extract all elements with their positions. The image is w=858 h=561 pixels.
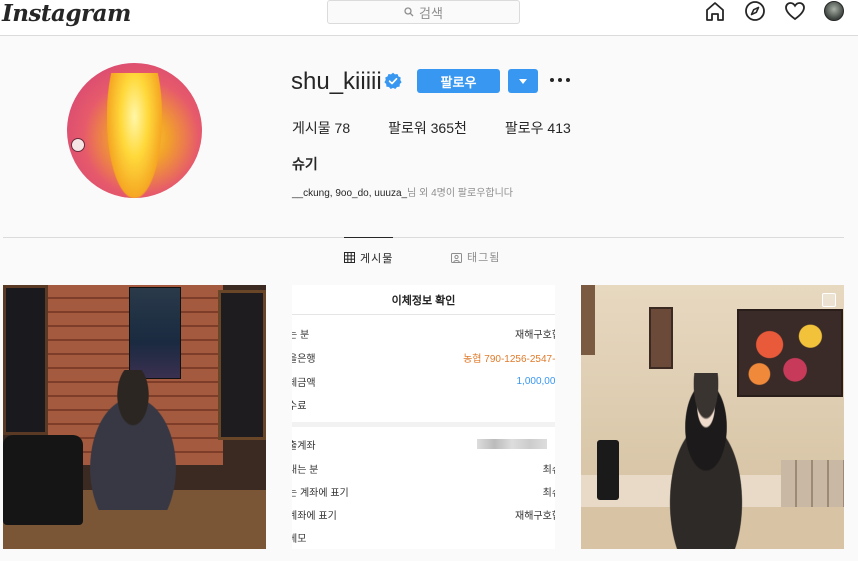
- profile-username: shu_kiiiii: [291, 68, 382, 95]
- followed-by-names[interactable]: __ckung, 9oo_do, uuuza_: [292, 188, 407, 199]
- transfer-row: 을은행 농협 790-1256-2547-1: [292, 346, 555, 368]
- post1-person: [73, 370, 193, 510]
- profile-picture-face: [71, 138, 85, 152]
- transfer-row: 는 계좌에 표기 최슈: [292, 480, 555, 502]
- transfer-row: 계좌에 표기 재해구호협: [292, 503, 555, 525]
- transfer-row: 수료0: [292, 393, 555, 415]
- tab-posts-label: 게시물: [360, 252, 394, 265]
- transfer-row: 는 분 재해구호협: [292, 322, 555, 344]
- profile-picture: [67, 63, 202, 198]
- transfer-row-label: 내는 분: [292, 464, 319, 476]
- post-thumbnail-3[interactable]: [581, 285, 844, 549]
- followed-by-text[interactable]: __ckung, 9oo_do, uuuza_님 외 4명이 팔로우합니다: [292, 184, 513, 199]
- profile-stats: 게시물 78 팔로워 365천 팔로우 413: [292, 118, 609, 138]
- search-input[interactable]: 검색: [327, 0, 520, 24]
- transfer-row-label: 수료: [292, 400, 307, 412]
- tab-posts[interactable]: 게시물: [344, 237, 394, 277]
- tagged-user-icon: [451, 252, 462, 263]
- top-navigation-bar: Instagram 검색: [0, 0, 858, 36]
- transfer-row-value: 최슈: [542, 487, 555, 499]
- tabs-divider: [3, 237, 844, 238]
- post3-camera: [597, 440, 619, 500]
- post1-bag: [3, 435, 83, 525]
- transfer-row-value: 최슈: [542, 464, 555, 476]
- post1-window-left: [3, 285, 48, 435]
- transfer-row-label: 출계좌: [292, 440, 316, 452]
- transfer-row-label: 는 분: [292, 329, 310, 341]
- post3-person: [646, 373, 766, 549]
- more-dots-icon: [550, 78, 570, 82]
- profile-full-name: 슈기: [292, 156, 318, 172]
- transfer-row-value: 재해구호협: [515, 329, 555, 341]
- transfer-row-value: 재해구호협: [515, 510, 555, 522]
- transfer-row-value: 농협 790-1256-2547-1: [463, 353, 555, 365]
- followed-by-suffix: 님 외 4명이 팔로우합니다: [407, 188, 514, 199]
- post1-window-right: [218, 290, 266, 440]
- more-options-button[interactable]: [548, 68, 572, 92]
- search-placeholder: 검색: [419, 5, 443, 21]
- transfer-row: 내는 분 최슈: [292, 457, 555, 479]
- transfer-row: 출계좌: [292, 433, 555, 455]
- post3-frame-left: [581, 285, 595, 355]
- transfer-row-label: 계좌에 표기: [292, 510, 337, 522]
- home-icon[interactable]: [704, 0, 726, 22]
- transfer-info-title: 이체정보 확인: [292, 285, 555, 315]
- post-thumbnail-1[interactable]: [3, 285, 266, 549]
- posts-count: 게시물 78: [292, 120, 351, 136]
- follow-button[interactable]: 팔로우: [417, 69, 500, 93]
- blurred-account-number: [477, 439, 547, 449]
- transfer-row-label: 는 계좌에 표기: [292, 487, 349, 499]
- transfer-separator: [292, 422, 555, 427]
- post3-frame-small: [649, 307, 673, 369]
- grid-icon: [344, 252, 355, 263]
- caret-down-icon: [519, 78, 527, 84]
- post-thumbnail-2[interactable]: 이체정보 확인 는 분재해구호협 을은행농협 790-1256-2547-1 체…: [292, 285, 555, 549]
- heart-icon[interactable]: [784, 0, 806, 22]
- multiple-photos-icon: [822, 293, 836, 307]
- tab-tagged[interactable]: 태그됨: [451, 237, 500, 277]
- transfer-row-label: 메모: [292, 533, 307, 545]
- verified-badge-icon: [384, 72, 402, 89]
- tab-tagged-label: 태그됨: [467, 252, 501, 264]
- profile-avatar-icon[interactable]: [824, 1, 844, 21]
- post1-poster: [129, 287, 181, 379]
- instagram-logo[interactable]: Instagram: [2, 0, 131, 27]
- transfer-row-label: 을은행: [292, 353, 316, 365]
- transfer-row-label: 체금액: [292, 377, 316, 389]
- followers-count[interactable]: 팔로워 365천: [388, 118, 467, 138]
- profile-picture-figure: [107, 73, 162, 198]
- search-icon: [404, 7, 414, 17]
- explore-icon[interactable]: [744, 0, 766, 22]
- transfer-row-value: 1,000,000: [516, 375, 556, 387]
- transfer-row: 체금액 1,000,000: [292, 370, 555, 392]
- transfer-row: 메모: [292, 526, 555, 548]
- suggestions-dropdown-button[interactable]: [508, 69, 538, 93]
- following-count[interactable]: 팔로우 413: [505, 118, 571, 138]
